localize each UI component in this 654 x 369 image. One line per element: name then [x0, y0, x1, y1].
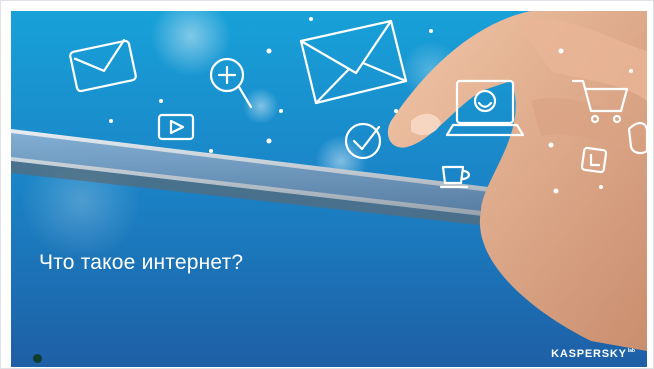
- mail-icon: [69, 38, 137, 93]
- slide-indicator-dot: [33, 354, 42, 363]
- coffee-cup-icon: [439, 165, 470, 189]
- brand-wordmark: KASPERSKY: [551, 348, 627, 360]
- presentation-slide: Что такое интернет? KASPERSKYlab: [11, 11, 647, 367]
- brand-suffix: lab: [627, 348, 635, 355]
- slide-title: Что такое интернет?: [39, 251, 244, 274]
- kaspersky-logo: KASPERSKYlab: [551, 348, 635, 360]
- video-play-icon: [157, 113, 195, 141]
- slide-frame: Что такое интернет? KASPERSKYlab: [0, 0, 654, 369]
- slide-illustration: [11, 11, 647, 351]
- envelope-icon: [299, 19, 408, 105]
